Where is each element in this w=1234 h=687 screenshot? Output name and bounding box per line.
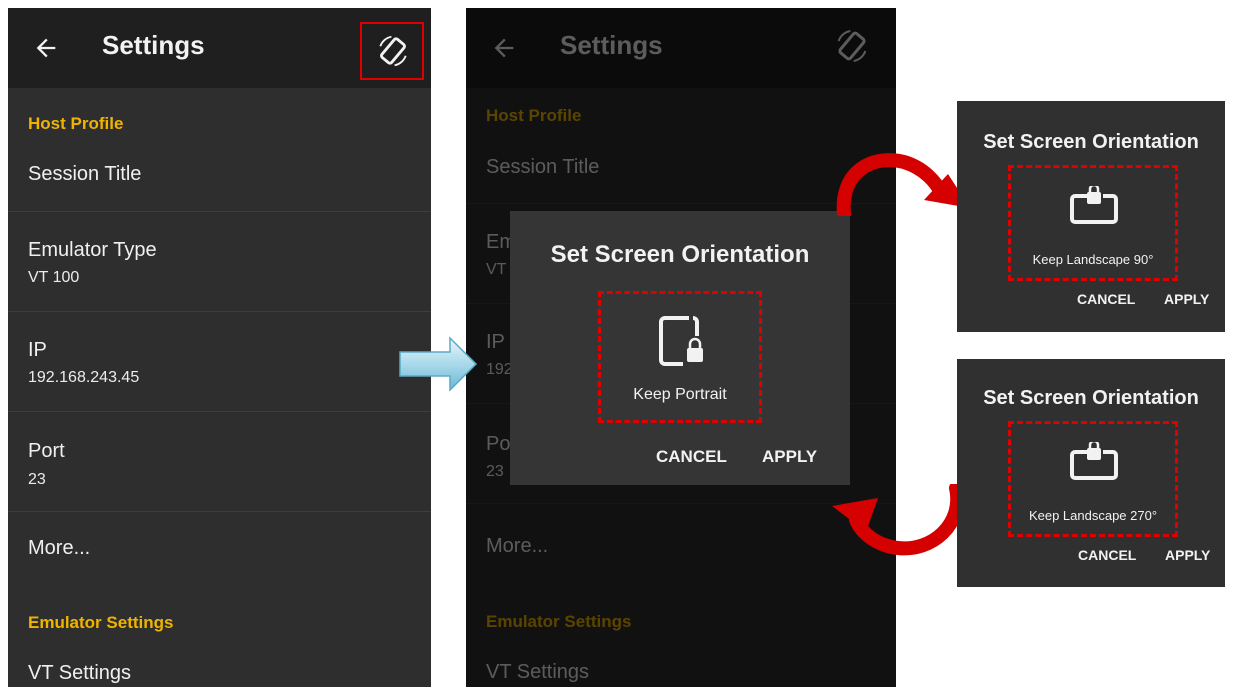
setting-value: VT 100 [28, 269, 80, 286]
curved-arrow-icon [832, 484, 965, 556]
landscape-90-dialog: Set Screen Orientation Keep Landscape 90… [957, 101, 1225, 332]
apply-button[interactable]: APPLY [762, 447, 817, 467]
landscape-lock-icon [1070, 186, 1118, 224]
setting-vt-settings[interactable]: VT Settings [8, 648, 431, 687]
setting-value: 23 [28, 471, 46, 488]
orientation-option-landscape-270[interactable]: Keep Landscape 270° [1008, 421, 1178, 537]
section-emulator-settings: Emulator Settings [28, 613, 174, 632]
setting-ip[interactable]: IP 192.168.243.45 [8, 311, 431, 412]
dialog-title: Set Screen Orientation [983, 131, 1199, 153]
orientation-option-portrait[interactable]: Keep Portrait [598, 291, 762, 423]
dialog-title: Set Screen Orientation [550, 241, 810, 268]
back-arrow-icon[interactable] [32, 34, 60, 62]
settings-screen-with-dialog: Settings Host Profile Session Title Em V… [466, 8, 896, 687]
cancel-button[interactable]: CANCEL [1077, 291, 1135, 307]
screen-rotation-icon [379, 35, 407, 67]
page-title: Settings [102, 30, 205, 60]
cancel-button[interactable]: CANCEL [656, 447, 727, 467]
setting-label: VT Settings [28, 662, 132, 684]
cancel-button[interactable]: CANCEL [1078, 547, 1136, 563]
right-arrow-icon [399, 336, 478, 392]
landscape-lock-icon [1070, 442, 1118, 480]
section-host-profile: Host Profile [28, 114, 124, 133]
setting-label: IP [28, 339, 47, 361]
settings-screen: Settings Host Profile Session Title Emul… [8, 8, 431, 687]
setting-emulator-type[interactable]: Emulator Type VT 100 [8, 211, 431, 312]
orientation-option-landscape-90[interactable]: Keep Landscape 90° [1008, 165, 1178, 281]
dialog-title: Set Screen Orientation [983, 387, 1199, 409]
setting-label: Port [28, 440, 65, 462]
setting-value: 192.168.243.45 [28, 369, 140, 386]
setting-label: Session Title [28, 163, 142, 185]
apply-button[interactable]: APPLY [1164, 291, 1209, 307]
landscape-270-dialog: Set Screen Orientation Keep Landscape 27… [957, 359, 1225, 587]
setting-label: More... [28, 537, 91, 559]
orientation-dialog: Set Screen Orientation Keep Portrait CAN… [510, 211, 850, 485]
option-label: Keep Landscape 90° [1032, 252, 1154, 267]
app-bar: Settings [8, 8, 431, 88]
apply-button[interactable]: APPLY [1165, 547, 1210, 563]
setting-more[interactable]: More... [8, 511, 431, 591]
option-label: Keep Landscape 270° [1028, 508, 1158, 523]
setting-label: Emulator Type [28, 239, 157, 261]
setting-port[interactable]: Port 23 [8, 411, 431, 512]
setting-session-title[interactable]: Session Title [8, 148, 431, 212]
curved-arrow-icon [836, 153, 970, 216]
screen-rotation-button[interactable] [360, 22, 424, 80]
option-label: Keep Portrait [633, 386, 727, 403]
portrait-lock-icon [659, 316, 703, 366]
